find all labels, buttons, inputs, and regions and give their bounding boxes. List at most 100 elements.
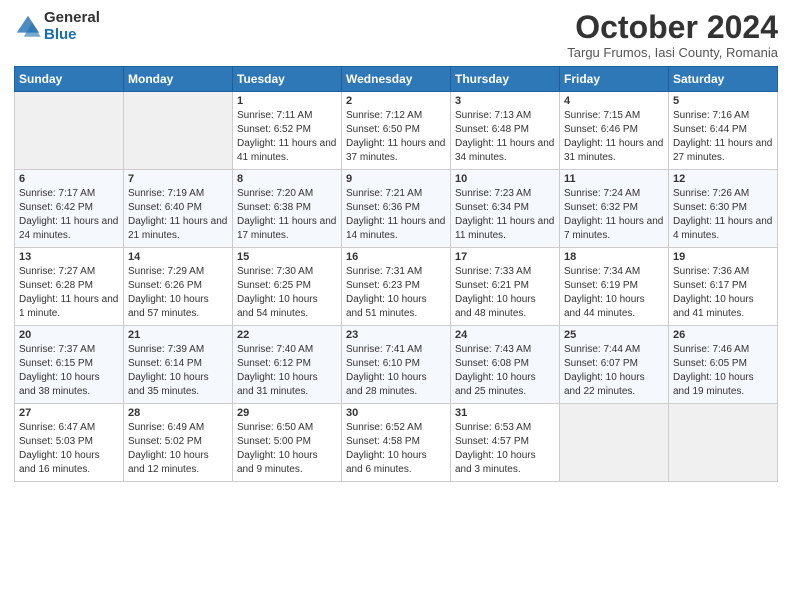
day-info: Sunrise: 7:46 AMSunset: 6:05 PMDaylight:…: [673, 343, 773, 399]
calendar-week-row: 13 Sunrise: 7:27 AMSunset: 6:28 PMDayligh…: [15, 248, 778, 326]
day-info: Sunrise: 7:20 AMSunset: 6:38 PMDaylight:…: [237, 187, 337, 243]
logo-blue: Blue: [44, 27, 100, 44]
calendar-cell: 7 Sunrise: 7:19 AMSunset: 6:40 PMDaylight…: [124, 170, 233, 248]
calendar-cell: 16 Sunrise: 7:31 AMSunset: 6:23 PMDayligh…: [342, 248, 451, 326]
day-number: 10: [455, 173, 555, 185]
calendar-week-row: 27Sunrise: 6:47 AMSunset: 5:03 PMDayligh…: [15, 404, 778, 482]
calendar-cell: 23Sunrise: 7:41 AMSunset: 6:10 PMDayligh…: [342, 326, 451, 404]
calendar-container: General Blue October 2024 Targu Frumos, …: [0, 0, 792, 612]
weekday-header: Thursday: [451, 67, 560, 92]
day-number: 24: [455, 329, 555, 341]
header-row: SundayMondayTuesdayWednesdayThursdayFrid…: [15, 67, 778, 92]
day-number: 20: [19, 329, 119, 341]
day-number: 7: [128, 173, 228, 185]
day-number: 5: [673, 95, 773, 107]
day-number: 17: [455, 251, 555, 263]
day-number: 13: [19, 251, 119, 263]
logo-icon: [14, 13, 42, 41]
calendar-cell: 28 Sunrise: 6:49 AMSunset: 5:02 PMDayligh…: [124, 404, 233, 482]
day-number: 9: [346, 173, 446, 185]
calendar-cell: 27Sunrise: 6:47 AMSunset: 5:03 PMDayligh…: [15, 404, 124, 482]
calendar-cell: 13 Sunrise: 7:27 AMSunset: 6:28 PMDayligh…: [15, 248, 124, 326]
day-info: Sunrise: 7:31 AMSunset: 6:23 PMDaylight:…: [346, 265, 446, 321]
day-info: Sunrise: 6:50 AMSunset: 5:00 PMDaylight:…: [237, 421, 337, 477]
day-info: Sunrise: 7:13 AMSunset: 6:48 PMDaylight:…: [455, 109, 555, 165]
calendar-cell: 6 Sunrise: 7:17 AMSunset: 6:42 PMDaylight…: [15, 170, 124, 248]
day-number: 4: [564, 95, 664, 107]
calendar-cell: 2Sunrise: 7:12 AMSunset: 6:50 PMDaylight…: [342, 92, 451, 170]
day-info: Sunrise: 7:36 AMSunset: 6:17 PMDaylight:…: [673, 265, 773, 321]
calendar-cell: 5 Sunrise: 7:16 AMSunset: 6:44 PMDaylight…: [669, 92, 778, 170]
calendar-cell: 15Sunrise: 7:30 AMSunset: 6:25 PMDayligh…: [233, 248, 342, 326]
day-info: Sunrise: 7:24 AMSunset: 6:32 PMDaylight:…: [564, 187, 664, 243]
day-info: Sunrise: 7:26 AMSunset: 6:30 PMDaylight:…: [673, 187, 773, 243]
weekday-header: Friday: [560, 67, 669, 92]
calendar-cell: 29 Sunrise: 6:50 AMSunset: 5:00 PMDayligh…: [233, 404, 342, 482]
calendar-cell: 4 Sunrise: 7:15 AMSunset: 6:46 PMDaylight…: [560, 92, 669, 170]
day-info: Sunrise: 7:44 AMSunset: 6:07 PMDaylight:…: [564, 343, 664, 399]
calendar-cell: 20 Sunrise: 7:37 AMSunset: 6:15 PMDayligh…: [15, 326, 124, 404]
logo-general: General: [44, 10, 100, 27]
day-info: Sunrise: 7:16 AMSunset: 6:44 PMDaylight:…: [673, 109, 773, 165]
day-info: Sunrise: 7:37 AMSunset: 6:15 PMDaylight:…: [19, 343, 119, 399]
calendar-cell: 11 Sunrise: 7:24 AMSunset: 6:32 PMDayligh…: [560, 170, 669, 248]
location-subtitle: Targu Frumos, Iasi County, Romania: [567, 45, 778, 60]
day-number: 11: [564, 173, 664, 185]
calendar-week-row: 6 Sunrise: 7:17 AMSunset: 6:42 PMDaylight…: [15, 170, 778, 248]
weekday-header: Monday: [124, 67, 233, 92]
day-number: 1: [237, 95, 337, 107]
day-info: Sunrise: 7:15 AMSunset: 6:46 PMDaylight:…: [564, 109, 664, 165]
calendar-cell: [15, 92, 124, 170]
day-number: 21: [128, 329, 228, 341]
logo-text: General Blue: [44, 10, 100, 43]
day-number: 18: [564, 251, 664, 263]
day-info: Sunrise: 7:33 AMSunset: 6:21 PMDaylight:…: [455, 265, 555, 321]
day-number: 3: [455, 95, 555, 107]
calendar-cell: 24Sunrise: 7:43 AMSunset: 6:08 PMDayligh…: [451, 326, 560, 404]
day-number: 15: [237, 251, 337, 263]
day-number: 6: [19, 173, 119, 185]
calendar-cell: 3 Sunrise: 7:13 AMSunset: 6:48 PMDaylight…: [451, 92, 560, 170]
day-info: Sunrise: 6:53 AMSunset: 4:57 PMDaylight:…: [455, 421, 555, 477]
day-info: Sunrise: 7:21 AMSunset: 6:36 PMDaylight:…: [346, 187, 446, 243]
logo: General Blue: [14, 10, 100, 43]
day-number: 16: [346, 251, 446, 263]
day-number: 27: [19, 407, 119, 419]
calendar-cell: 14Sunrise: 7:29 AMSunset: 6:26 PMDayligh…: [124, 248, 233, 326]
day-number: 30: [346, 407, 446, 419]
day-number: 12: [673, 173, 773, 185]
day-info: Sunrise: 7:29 AMSunset: 6:26 PMDaylight:…: [128, 265, 228, 321]
day-number: 25: [564, 329, 664, 341]
calendar-week-row: 1Sunrise: 7:11 AMSunset: 6:52 PMDaylight…: [15, 92, 778, 170]
day-number: 22: [237, 329, 337, 341]
calendar-table: SundayMondayTuesdayWednesdayThursdayFrid…: [14, 66, 778, 482]
calendar-cell: 12 Sunrise: 7:26 AMSunset: 6:30 PMDayligh…: [669, 170, 778, 248]
weekday-header: Saturday: [669, 67, 778, 92]
calendar-cell: 8Sunrise: 7:20 AMSunset: 6:38 PMDaylight…: [233, 170, 342, 248]
calendar-cell: 10 Sunrise: 7:23 AMSunset: 6:34 PMDayligh…: [451, 170, 560, 248]
day-info: Sunrise: 7:34 AMSunset: 6:19 PMDaylight:…: [564, 265, 664, 321]
weekday-header: Sunday: [15, 67, 124, 92]
day-number: 19: [673, 251, 773, 263]
day-number: 31: [455, 407, 555, 419]
day-info: Sunrise: 7:17 AMSunset: 6:42 PMDaylight:…: [19, 187, 119, 243]
day-info: Sunrise: 7:23 AMSunset: 6:34 PMDaylight:…: [455, 187, 555, 243]
day-info: Sunrise: 7:39 AMSunset: 6:14 PMDaylight:…: [128, 343, 228, 399]
day-info: Sunrise: 6:49 AMSunset: 5:02 PMDaylight:…: [128, 421, 228, 477]
day-info: Sunrise: 7:19 AMSunset: 6:40 PMDaylight:…: [128, 187, 228, 243]
calendar-cell: 26 Sunrise: 7:46 AMSunset: 6:05 PMDayligh…: [669, 326, 778, 404]
calendar-cell: [669, 404, 778, 482]
calendar-cell: 1Sunrise: 7:11 AMSunset: 6:52 PMDaylight…: [233, 92, 342, 170]
calendar-cell: 9 Sunrise: 7:21 AMSunset: 6:36 PMDaylight…: [342, 170, 451, 248]
day-number: 26: [673, 329, 773, 341]
calendar-cell: 31 Sunrise: 6:53 AMSunset: 4:57 PMDayligh…: [451, 404, 560, 482]
day-number: 29: [237, 407, 337, 419]
calendar-cell: [560, 404, 669, 482]
day-number: 23: [346, 329, 446, 341]
day-info: Sunrise: 7:27 AMSunset: 6:28 PMDaylight:…: [19, 265, 119, 321]
calendar-cell: 18 Sunrise: 7:34 AMSunset: 6:19 PMDayligh…: [560, 248, 669, 326]
calendar-cell: 25 Sunrise: 7:44 AMSunset: 6:07 PMDayligh…: [560, 326, 669, 404]
header: General Blue October 2024 Targu Frumos, …: [14, 10, 778, 60]
day-number: 28: [128, 407, 228, 419]
calendar-cell: 21 Sunrise: 7:39 AMSunset: 6:14 PMDayligh…: [124, 326, 233, 404]
